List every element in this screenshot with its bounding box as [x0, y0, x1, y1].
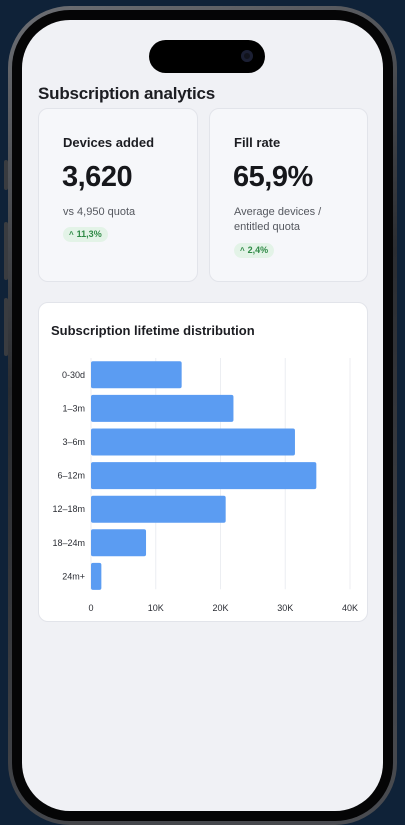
category-label: 1–3m — [62, 403, 85, 413]
change-value: 11,3% — [76, 229, 102, 239]
kpi-subtitle: vs 4,950 quota — [63, 206, 136, 218]
x-tick-label: 10K — [148, 603, 164, 613]
volume-up-button — [4, 222, 8, 280]
category-label: 12–18m — [52, 504, 85, 514]
change-value: 2,4% — [247, 245, 269, 255]
kpi-label: Devices added — [63, 135, 155, 150]
volume-down-button — [4, 298, 8, 356]
bar[interactable] — [91, 529, 147, 557]
arrow-up-icon: ^ — [69, 230, 74, 239]
category-label: 0-30d — [62, 370, 85, 380]
screen: Subscription analytics Devices added 3,6… — [22, 20, 383, 811]
phone-bezel: Subscription analytics Devices added 3,6… — [12, 10, 393, 821]
change-badge: ^ 2,4% — [234, 243, 275, 258]
kpi-card-devices-added[interactable]: Devices added 3,620 vs 4,950 quota ^ 11,… — [38, 108, 198, 282]
page-title: Subscription analytics — [38, 84, 215, 103]
category-label: 3–6m — [62, 437, 85, 447]
kpi-label: Fill rate — [234, 135, 281, 150]
bar[interactable] — [91, 462, 317, 490]
category-label: 6–12m — [57, 471, 85, 481]
action-button — [4, 160, 8, 190]
dynamic-island — [149, 40, 265, 73]
kpi-card-fill-rate[interactable]: Fill rate 65,9% Average devices / entitl… — [209, 108, 368, 282]
bar[interactable] — [91, 495, 226, 523]
category-label: 18–24m — [52, 538, 85, 548]
phone-frame: Subscription analytics Devices added 3,6… — [8, 6, 397, 825]
bar[interactable] — [91, 428, 295, 456]
x-tick-label: 20K — [212, 603, 228, 613]
category-label: 24m+ — [62, 571, 85, 581]
bar-chart: 0 10K 20K 30K 40K 0-30d 1–3m 3–6m 6–12m 12–18m 18–… — [52, 358, 358, 613]
kpi-value: 65,9% — [233, 161, 313, 193]
bar[interactable] — [91, 394, 234, 422]
change-badge: ^ 11,3% — [63, 227, 108, 242]
kpi-value: 3,620 — [62, 161, 133, 193]
x-tick-label: 40K — [342, 603, 358, 613]
camera-icon — [241, 50, 253, 62]
x-tick-label: 0 — [88, 603, 93, 613]
arrow-up-icon: ^ — [240, 246, 245, 255]
kpi-subtitle: Average devices / entitled quota — [234, 206, 322, 233]
x-tick-label: 30K — [277, 603, 293, 613]
bar[interactable] — [91, 361, 182, 389]
lifetime-distribution-chart-card: Subscription lifetime distribution 0 10K 2… — [38, 302, 368, 622]
bar[interactable] — [91, 562, 102, 590]
